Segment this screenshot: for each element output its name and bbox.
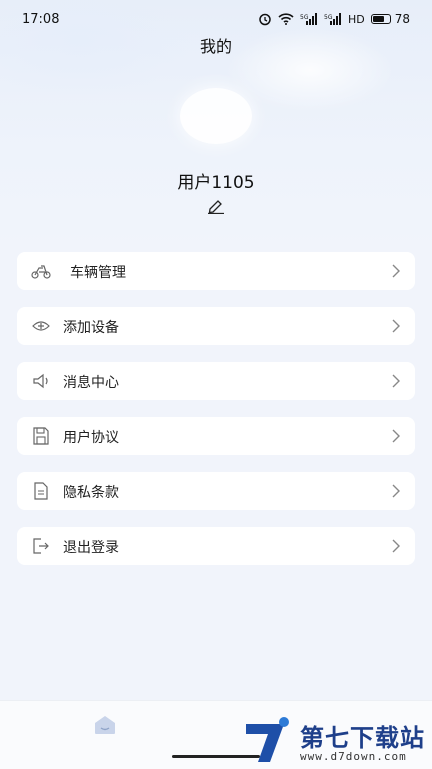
chevron-right-icon — [392, 484, 400, 498]
signal-icon-2: 5G — [324, 13, 341, 25]
wifi-icon — [278, 13, 294, 25]
menu-item-message-center[interactable]: 消息中心 — [17, 362, 415, 400]
battery-icon — [370, 14, 391, 24]
menu-item-label: 消息中心 — [63, 375, 119, 391]
battery-level: 78 — [394, 12, 410, 26]
signal-icon-1: 5G — [300, 13, 317, 25]
chevron-right-icon — [392, 374, 400, 388]
username: 用户1105 — [177, 173, 255, 193]
menu-item-logout[interactable]: 退出登录 — [17, 527, 415, 565]
status-icons: 5G 5G HD 78 — [258, 12, 410, 26]
watermark-title: 第七下载站 — [300, 724, 425, 752]
watermark: 第七下载站 www.d7down.com — [236, 716, 426, 764]
network-type: HD — [347, 12, 365, 26]
chevron-right-icon — [392, 539, 400, 553]
speaker-icon — [33, 373, 48, 389]
menu-item-label: 退出登录 — [63, 540, 119, 556]
watermark-url: www.d7down.com — [300, 750, 407, 763]
page-title: 我的 — [199, 37, 232, 56]
menu-item-label: 用户协议 — [63, 430, 119, 446]
save-document-icon — [33, 427, 49, 445]
menu-item-add-device[interactable]: 添加设备 — [17, 307, 415, 345]
chevron-right-icon — [392, 319, 400, 333]
document-icon — [34, 482, 48, 500]
svg-text:5G: 5G — [300, 14, 309, 21]
logout-icon — [33, 538, 49, 554]
menu-item-vehicle-management[interactable]: 车辆管理 — [17, 252, 415, 290]
chevron-right-icon — [392, 264, 400, 278]
avatar[interactable] — [180, 88, 252, 144]
menu-item-label: 隐私条款 — [63, 485, 119, 501]
battery: 78 — [370, 12, 410, 26]
svg-text:5G: 5G — [324, 14, 333, 21]
tab-home-icon[interactable] — [94, 715, 116, 735]
menu-item-privacy-policy[interactable]: 隐私条款 — [17, 472, 415, 510]
alarm-icon — [259, 13, 271, 26]
battery-fill — [372, 16, 385, 22]
menu-item-label: 车辆管理 — [70, 265, 126, 281]
add-device-icon — [32, 321, 50, 331]
watermark-logo — [246, 717, 289, 762]
scooter-icon — [31, 265, 51, 279]
menu-item-user-agreement[interactable]: 用户协议 — [17, 417, 415, 455]
menu-item-label: 添加设备 — [63, 320, 119, 336]
edit-icon[interactable] — [206, 198, 226, 214]
status-time: 17:08 — [22, 11, 60, 27]
chevron-right-icon — [392, 429, 400, 443]
